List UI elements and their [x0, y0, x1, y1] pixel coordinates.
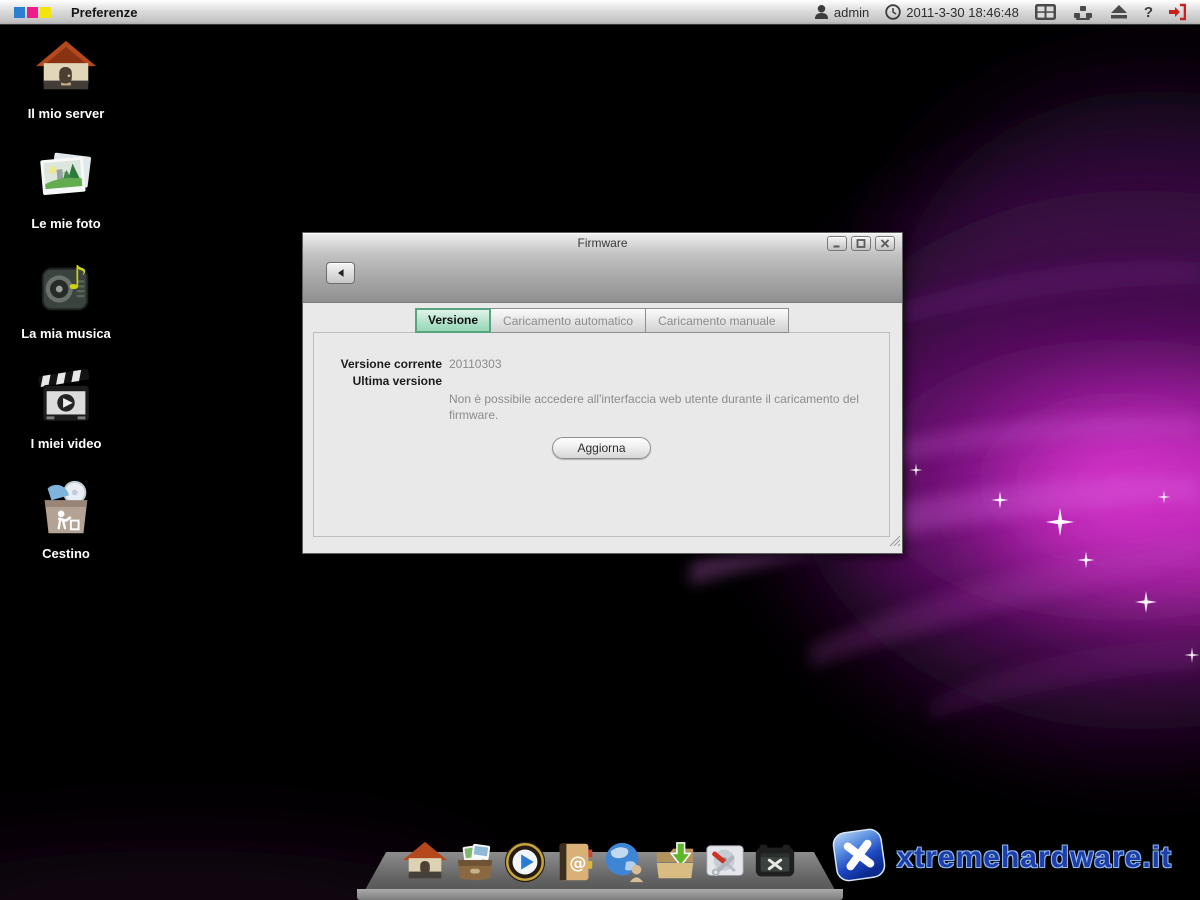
update-button[interactable]: Aggiorna	[552, 437, 651, 459]
desktop-item-label: Il mio server	[28, 106, 105, 121]
desktop-item-my-photos[interactable]: Le mie foto	[18, 146, 114, 256]
current-version-label: Versione corrente	[314, 357, 442, 371]
dock-photo-box-icon[interactable]	[452, 839, 498, 885]
menu-preferences[interactable]: Preferenze	[71, 5, 137, 20]
watermark-text: xtremehardware.it	[897, 841, 1172, 875]
dock-home-icon[interactable]	[402, 839, 448, 885]
brand-logo-icon	[14, 7, 51, 18]
dock-download-folder-icon[interactable]	[652, 839, 698, 885]
music-icon: ♪	[34, 256, 98, 320]
network-workgroup-button[interactable]	[1072, 5, 1094, 20]
firmware-window: Firmware Versione Caricamento automatico	[302, 232, 903, 554]
dock: @	[350, 836, 850, 900]
logo-magenta-square	[27, 7, 38, 18]
desktop-item-label: Le mie foto	[31, 216, 100, 231]
desktop-item-my-music[interactable]: ♪ La mia musica	[18, 256, 114, 366]
desktop-item-label: I miei video	[31, 436, 102, 451]
menubar: Preferenze admin 2011-3-30 18:46:48	[0, 0, 1200, 25]
logo-blue-square	[14, 7, 25, 18]
window-body: Versione Caricamento automatico Caricame…	[303, 303, 902, 553]
video-icon	[34, 366, 98, 430]
current-version-value: 20110303	[449, 357, 502, 371]
photos-icon	[34, 146, 98, 210]
minimize-button[interactable]	[827, 236, 847, 251]
tab-caricamento-automatico[interactable]: Caricamento automatico	[491, 308, 646, 333]
tab-versione[interactable]: Versione	[415, 308, 491, 333]
user-menu[interactable]: admin	[814, 4, 869, 20]
desktop-item-label: Cestino	[42, 546, 90, 561]
maximize-button[interactable]	[851, 236, 871, 251]
close-button[interactable]	[875, 236, 895, 251]
dock-address-book-icon[interactable]: @	[552, 839, 598, 885]
desktop-screen: Preferenze admin 2011-3-30 18:46:48	[0, 0, 1200, 900]
help-button[interactable]: ?	[1144, 4, 1153, 21]
tab-caricamento-manuale[interactable]: Caricamento manuale	[646, 308, 788, 333]
back-button[interactable]	[326, 262, 355, 284]
eject-button[interactable]	[1110, 5, 1128, 19]
window-grid-button[interactable]	[1035, 4, 1056, 20]
dock-web-globe-icon[interactable]	[602, 839, 648, 885]
dock-hardware-settings-icon[interactable]	[752, 839, 798, 885]
clock-display: 2011-3-30 18:46:48	[885, 4, 1019, 20]
svg-text:♪: ♪	[67, 258, 88, 297]
window-title: Firmware	[303, 236, 902, 250]
logout-button[interactable]	[1169, 3, 1186, 21]
trash-icon	[34, 476, 98, 540]
latest-version-label: Ultima versione	[314, 374, 442, 388]
desktop-item-my-server[interactable]: Il mio server	[18, 36, 114, 146]
dock-media-player-icon[interactable]	[502, 839, 548, 885]
user-icon	[814, 4, 829, 20]
clock-icon	[885, 4, 901, 20]
firmware-note: Non è possibile accedere all'interfaccia…	[449, 391, 879, 423]
home-icon	[34, 36, 98, 100]
desktop-item-label: La mia musica	[21, 326, 111, 341]
window-titlebar[interactable]: Firmware	[303, 233, 902, 303]
version-panel: Versione corrente 20110303 Ultima versio…	[313, 332, 890, 537]
dock-platform-edge	[357, 889, 843, 900]
site-watermark: xtremehardware.it	[831, 827, 1172, 888]
svg-text:@: @	[569, 854, 586, 874]
logo-yellow-square	[40, 7, 51, 18]
desktop-icon-list: Il mio server L	[18, 36, 114, 586]
tab-bar: Versione Caricamento automatico Caricame…	[415, 308, 789, 333]
desktop-item-trash[interactable]: Cestino	[18, 476, 114, 586]
resize-grip[interactable]	[889, 534, 901, 552]
username-label: admin	[834, 5, 869, 20]
dock-disk-tools-icon[interactable]	[702, 839, 748, 885]
desktop-item-my-videos[interactable]: I miei video	[18, 366, 114, 476]
datetime-label: 2011-3-30 18:46:48	[906, 5, 1019, 20]
